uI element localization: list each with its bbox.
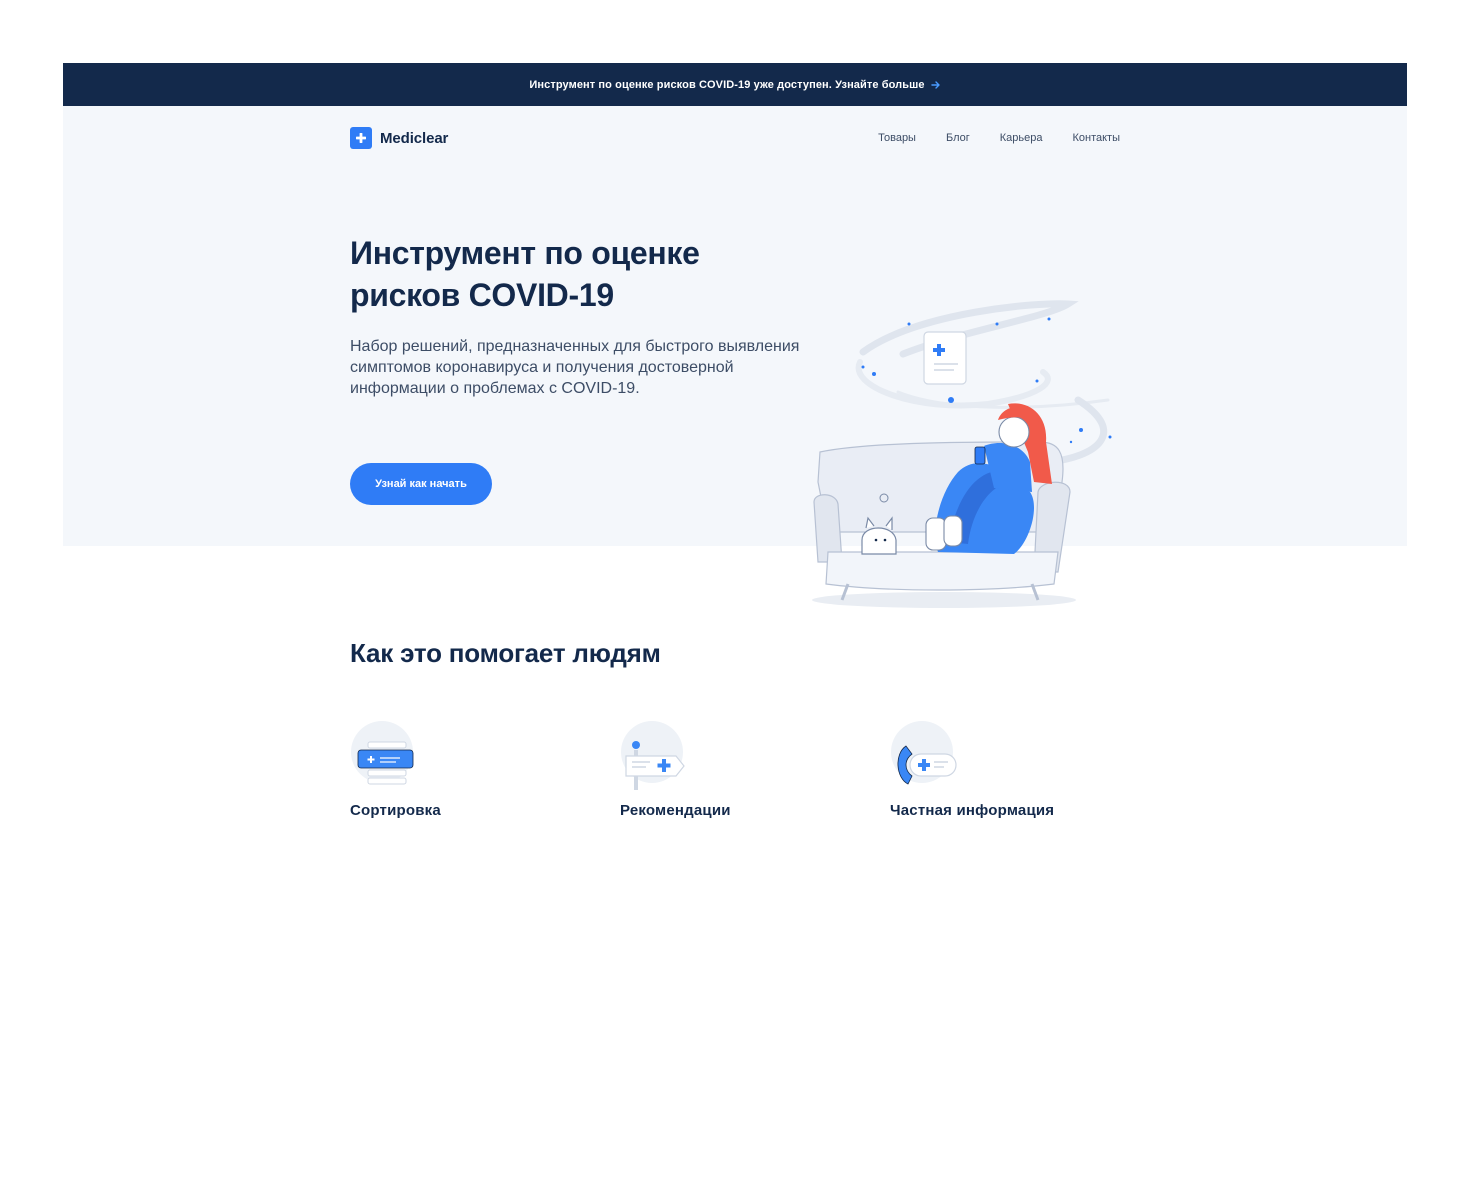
hero-section: Mediclear Товары Блог Карьера Контакты И… (63, 106, 1407, 546)
announcement-bar[interactable]: Инструмент по оценке рисков COVID-19 уже… (63, 63, 1407, 106)
hero-subtitle: Набор решений, предназначенных для быстр… (350, 338, 800, 397)
nav-item-careers[interactable]: Карьера (1000, 132, 1043, 144)
nav-item-contacts[interactable]: Контакты (1072, 132, 1120, 144)
feature-private-info: Частная информация (890, 720, 1054, 819)
nav-item-blog[interactable]: Блог (946, 132, 970, 144)
arrow-right-icon[interactable] (930, 80, 941, 90)
feature-label-recommendations: Рекомендации (620, 802, 731, 819)
phone-info-icon (890, 720, 962, 792)
feature-triage: Сортировка (350, 720, 441, 819)
features-list: Сортировка Рекомендации Частная информац… (350, 720, 1110, 830)
brand-name: Mediclear (380, 129, 449, 147)
feature-label-triage: Сортировка (350, 802, 441, 819)
feature-label-private-info: Частная информация (890, 802, 1055, 819)
recommendation-sign-icon (620, 720, 692, 792)
medical-cross-icon (350, 127, 372, 149)
brand-logo[interactable]: Mediclear (350, 127, 448, 149)
top-navigation: Mediclear Товары Блог Карьера Контакты (350, 126, 1120, 150)
announcement-text[interactable]: Инструмент по оценке рисков COVID-19 уже… (529, 79, 924, 91)
nav-menu: Товары Блог Карьера Контакты (878, 132, 1120, 144)
feature-recommendations: Рекомендации (620, 720, 731, 819)
page-frame: Инструмент по оценке рисков COVID-19 уже… (63, 63, 1407, 546)
woman-on-sofa-illustration (808, 292, 1128, 614)
hero-title: Инструмент по оценке рисков COVID-19 (350, 235, 700, 313)
get-started-button[interactable]: Узнай как начать (350, 463, 492, 505)
triage-card-icon (350, 720, 422, 792)
section-title: Как это помогает людям (350, 638, 661, 668)
nav-item-products[interactable]: Товары (878, 132, 916, 144)
